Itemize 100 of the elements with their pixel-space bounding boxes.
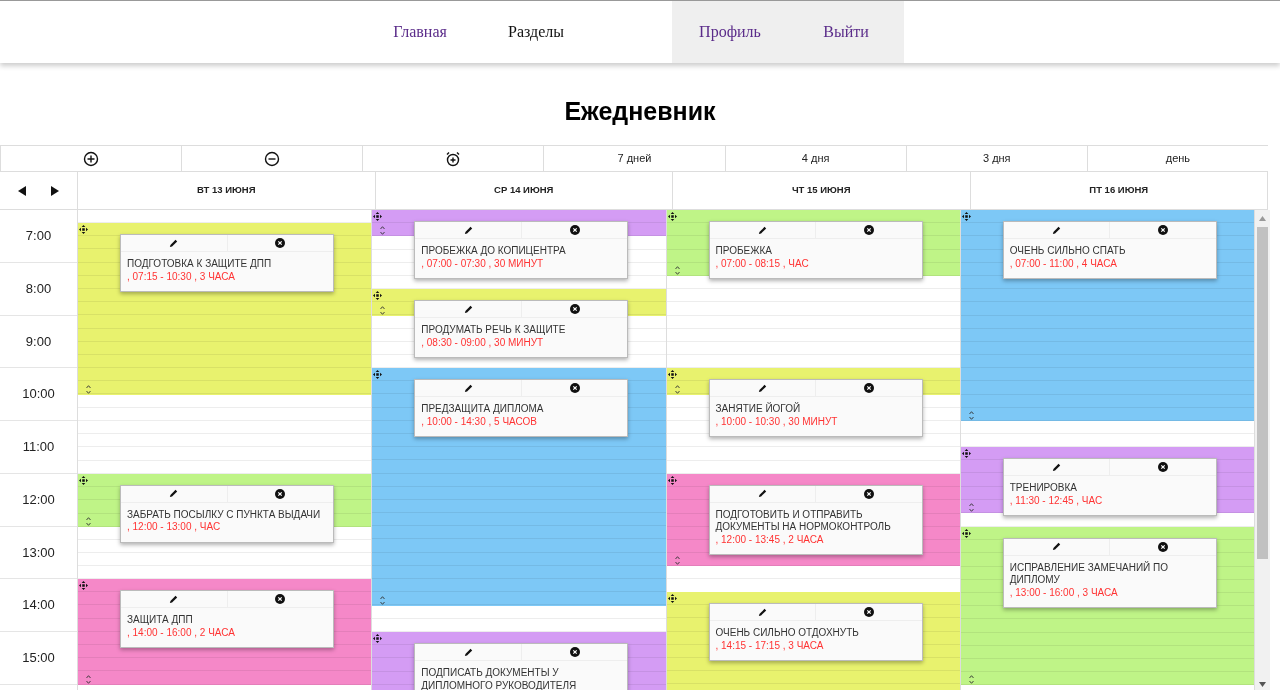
- event-time: , 08:30 - 09:00 , 30 МИНУТ: [421, 336, 545, 350]
- event-title: ПРОБЕЖКА ДО КОПИЦЕНТРА: [421, 245, 567, 258]
- event-tooltip[interactable]: ПОДГОТОВКА К ЗАЩИТЕ ДПП , 07:15 - 10:30 , 3 ЧАСА: [120, 234, 334, 293]
- right-triangle-icon: [50, 185, 59, 196]
- event-time: , 10:00 - 10:30 , 30 МИНУТ: [715, 415, 839, 429]
- resize-handle-icon[interactable]: [674, 384, 680, 394]
- resize-handle-icon[interactable]: [86, 384, 91, 394]
- event-title: ПРОДУМАТЬ РЕЧЬ К ЗАЩИТЕ: [421, 324, 567, 337]
- move-icon[interactable]: [79, 581, 88, 591]
- nav-link[interactable]: Выйти: [788, 1, 904, 63]
- event-title: ЗАЩИТА ДПП: [127, 614, 194, 627]
- event-title: ОЧЕНЬ СИЛЬНО СПАТЬ: [1009, 245, 1127, 258]
- pencil-icon: [1052, 542, 1061, 551]
- close-icon: [863, 488, 874, 499]
- hour-label: 11:00: [22, 438, 55, 457]
- day-header: ВТ 13 ИЮНЯ: [197, 183, 256, 198]
- event-time: , 07:00 - 08:15 , ЧАС: [715, 257, 810, 270]
- event-time: , 14:15 - 17:15 , 3 ЧАСА: [715, 639, 825, 653]
- close-icon: [569, 304, 580, 315]
- event-tooltip[interactable]: ПОДПИСАТЬ ДОКУМЕНТЫ У ДИПЛОМНОГО РУКОВОДИТЕЛЯ: [414, 643, 629, 690]
- resize-handle-icon[interactable]: [968, 674, 974, 684]
- scroll-up-icon[interactable]: [1259, 216, 1266, 221]
- event-title: ПРОБЕЖКА: [715, 245, 773, 258]
- resize-handle-icon[interactable]: [380, 305, 386, 315]
- resize-handle-icon[interactable]: [86, 516, 91, 526]
- move-icon[interactable]: [961, 528, 971, 538]
- event-time: , 12:00 - 13:45 , 2 ЧАСА: [715, 533, 825, 547]
- event-tooltip[interactable]: ПРОДУМАТЬ РЕЧЬ К ЗАЩИТЕ , 08:30 - 09:00 , 30 МИНУТ: [414, 300, 629, 359]
- move-icon[interactable]: [373, 291, 383, 301]
- pencil-icon: [1052, 225, 1061, 235]
- close-icon: [569, 225, 580, 235]
- close-icon: [569, 647, 580, 657]
- hour-label: 7:00: [25, 227, 52, 246]
- close-icon: [275, 238, 286, 249]
- pencil-icon: [169, 489, 179, 499]
- event-title: ЗАБРАТЬ ПОСЫЛКУ С ПУНКТА ВЫДАЧИ: [127, 508, 322, 522]
- resize-handle-icon[interactable]: [380, 595, 386, 605]
- view-range-button[interactable]: день: [1086, 146, 1268, 171]
- plus-circle-icon: [83, 150, 100, 167]
- close-icon: [1158, 541, 1168, 552]
- close-icon: [863, 607, 874, 618]
- previous-button[interactable]: [16, 184, 29, 197]
- event-title: ИСПРАВЛЕНИЕ ЗАМЕЧАНИЙ ПО ДИПЛОМУ: [1009, 561, 1170, 587]
- event-tooltip[interactable]: ЗАНЯТИЕ ЙОГОЙ , 10:00 - 10:30 , 30 МИНУТ: [708, 379, 923, 438]
- hour-label: 9:00: [25, 332, 52, 351]
- close-icon: [1158, 225, 1168, 235]
- view-range-button[interactable]: 3 дня: [905, 146, 1087, 171]
- day-header: ЧТ 15 ИЮНЯ: [791, 183, 851, 198]
- resize-handle-icon[interactable]: [968, 411, 974, 420]
- move-icon[interactable]: [961, 449, 971, 459]
- event-tooltip[interactable]: ПРОБЕЖКА ДО КОПИЦЕНТРА , 07:00 - 07:30 , 30 МИНУТ: [414, 221, 629, 279]
- close-icon: [863, 225, 874, 235]
- hour-label: 10:00: [22, 385, 55, 404]
- resize-handle-icon[interactable]: [380, 226, 386, 236]
- event-tooltip[interactable]: ТРЕНИРОВКА , 11:30 - 12:45 , ЧАС: [1002, 458, 1217, 517]
- event-title: ПОДПИСАТЬ ДОКУМЕНТЫ У ДИПЛОМНОГО РУКОВОДИТЕЛЯ: [421, 667, 578, 690]
- event-tooltip[interactable]: ПРЕДЗАЩИТА ДИПЛОМА , 10:00 - 14:30 , 5 ЧАСОВ: [414, 379, 629, 438]
- scrollbar[interactable]: [1255, 210, 1270, 690]
- day-header: СР 14 ИЮНЯ: [494, 183, 554, 198]
- move-icon[interactable]: [667, 370, 677, 380]
- move-icon[interactable]: [667, 475, 677, 485]
- pencil-icon: [757, 607, 767, 617]
- move-icon[interactable]: [79, 225, 88, 235]
- pencil-icon: [463, 647, 473, 657]
- view-range-button[interactable]: 4 дня: [724, 146, 906, 171]
- close-icon: [1158, 462, 1168, 473]
- event-tooltip[interactable]: ОЧЕНЬ СИЛЬНО СПАТЬ , 07:00 - 11:00 , 4 ЧАСА: [1002, 221, 1217, 279]
- event-time: , 07:15 - 10:30 , 3 ЧАСА: [127, 270, 236, 284]
- day-header: ПТ 16 ИЮНЯ: [1089, 183, 1149, 198]
- resize-handle-icon[interactable]: [674, 265, 680, 275]
- hour-label: 13:00: [22, 543, 55, 562]
- nav-link[interactable]: Разделы: [478, 1, 594, 63]
- move-icon[interactable]: [667, 594, 677, 604]
- move-icon[interactable]: [373, 370, 383, 380]
- move-icon[interactable]: [373, 634, 383, 643]
- event-tooltip[interactable]: ОЧЕНЬ СИЛЬНО ОТДОХНУТЬ , 14:15 - 17:15 , 3 ЧАСА: [708, 603, 923, 662]
- resize-handle-icon[interactable]: [674, 556, 680, 566]
- event-tooltip[interactable]: ЗАЩИТА ДПП , 14:00 - 16:00 , 2 ЧАСА: [120, 590, 334, 649]
- scrollbar-thumb[interactable]: [1257, 227, 1268, 559]
- event-tooltip[interactable]: ИСПРАВЛЕНИЕ ЗАМЕЧАНИЙ ПО ДИПЛОМУ , 13:00 - 16:00 , 3 ЧАСА: [1002, 537, 1217, 608]
- minus-circle-icon: [264, 150, 281, 167]
- move-icon[interactable]: [79, 475, 88, 485]
- event-title: ПРЕДЗАЩИТА ДИПЛОМА: [421, 403, 545, 416]
- view-range-button[interactable]: 7 дней: [543, 146, 725, 171]
- event-tooltip[interactable]: ЗАБРАТЬ ПОСЫЛКУ С ПУНКТА ВЫДАЧИ , 12:00 - 13:00 , ЧАС: [120, 484, 334, 543]
- move-icon[interactable]: [961, 212, 971, 221]
- event-title: ТРЕНИРОВКА: [1009, 482, 1078, 495]
- pencil-icon: [463, 304, 473, 314]
- scroll-down-icon[interactable]: [1259, 682, 1266, 687]
- event-time: , 07:00 - 11:00 , 4 ЧАСА: [1009, 257, 1118, 270]
- event-tooltip[interactable]: ПРОБЕЖКА , 07:00 - 08:15 , ЧАС: [708, 221, 923, 279]
- resize-handle-icon[interactable]: [86, 674, 91, 684]
- nav-link[interactable]: Профиль: [672, 1, 788, 63]
- move-icon[interactable]: [373, 212, 383, 221]
- pencil-icon: [1052, 462, 1061, 472]
- event-tooltip[interactable]: ПОДГОТОВИТЬ И ОТПРАВИТЬ ДОКУМЕНТЫ НА НОРМОКОНТРОЛЬ , 12:00 - 13:45 , 2 ЧАСА: [708, 484, 923, 556]
- move-icon[interactable]: [667, 212, 677, 221]
- nav-link[interactable]: Главная: [362, 1, 478, 63]
- resize-handle-icon[interactable]: [968, 503, 974, 513]
- next-button[interactable]: [48, 184, 61, 197]
